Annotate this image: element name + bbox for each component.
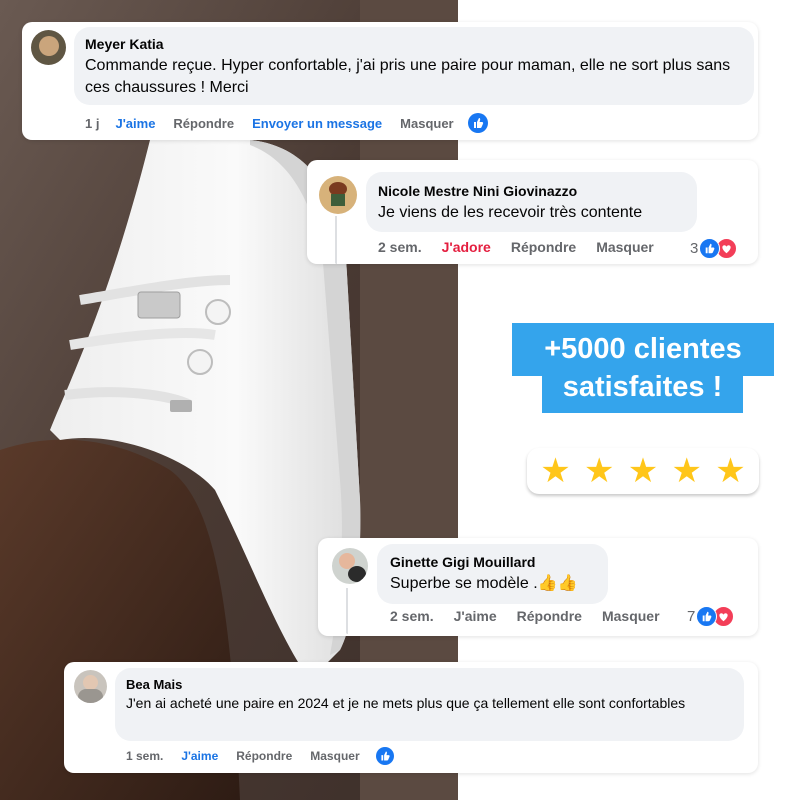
comment-actions: 2 sem. J'aime Répondre Masquer: [390, 608, 660, 624]
comment-actions: 1 sem. J'aime Répondre Masquer: [126, 747, 394, 765]
comment-author[interactable]: Ginette Gigi Mouillard: [390, 554, 535, 570]
comment-text: J'en ai acheté une paire en 2024 et je n…: [126, 695, 686, 711]
like-button[interactable]: J'aime: [115, 116, 155, 131]
hide-button[interactable]: Masquer: [310, 749, 359, 763]
star-icon: ★: [671, 452, 702, 490]
send-message-button[interactable]: Envoyer un message: [252, 116, 382, 131]
comment-author[interactable]: Nicole Mestre Nini Giovinazzo: [378, 183, 577, 199]
thread-line: [346, 588, 348, 634]
hide-button[interactable]: Masquer: [602, 608, 660, 624]
thumbs-up-icon[interactable]: [467, 113, 488, 133]
rating-stars: ★ ★ ★ ★ ★: [527, 448, 759, 494]
comment-card-4: Bea Mais J'en ai acheté une paire en 202…: [64, 662, 758, 773]
star-icon: ★: [583, 452, 615, 490]
thumbs-up-icon: [699, 238, 721, 259]
star-icon: ★: [540, 452, 571, 490]
promo-headline-line-2: satisfaites !: [542, 367, 743, 413]
comment-timestamp[interactable]: 1 j: [85, 116, 99, 131]
reaction-count: 7: [687, 608, 696, 625]
hide-button[interactable]: Masquer: [596, 239, 654, 255]
thumbs-up-icon: [696, 606, 718, 627]
thumbs-up-icon[interactable]: [375, 747, 394, 765]
comment-author[interactable]: Bea Mais: [126, 677, 182, 692]
comment-text: Superbe se modèle .👍👍: [390, 575, 578, 592]
comment-author[interactable]: Meyer Katia: [85, 36, 164, 52]
comment-timestamp[interactable]: 2 sem.: [390, 608, 434, 624]
reaction-count: 3: [690, 240, 699, 257]
comment-timestamp[interactable]: 2 sem.: [378, 239, 422, 255]
reaction-summary[interactable]: 3: [690, 238, 738, 259]
hide-button[interactable]: Masquer: [400, 116, 453, 131]
avatar[interactable]: [31, 30, 66, 65]
love-button[interactable]: J'adore: [442, 239, 491, 255]
comment-text: Commande reçue. Hyper confortable, j'ai …: [85, 57, 731, 96]
thread-line: [335, 216, 337, 264]
star-icon: ★: [627, 452, 659, 490]
star-icon: ★: [715, 452, 746, 490]
comment-card-2: Nicole Mestre Nini Giovinazzo Je viens d…: [307, 160, 758, 264]
avatar[interactable]: [319, 176, 357, 214]
comment-card-3: Ginette Gigi Mouillard Superbe se modèle…: [318, 538, 758, 636]
reply-button[interactable]: Répondre: [173, 116, 234, 131]
avatar[interactable]: [74, 670, 107, 703]
comment-text: Je viens de les recevoir très contente: [378, 204, 643, 221]
comment-actions: 1 j J'aime Répondre Envoyer un message M…: [85, 113, 488, 133]
like-button[interactable]: J'aime: [454, 608, 497, 624]
reaction-summary[interactable]: 7: [687, 606, 735, 627]
comment-card-1: Meyer Katia Commande reçue. Hyper confor…: [22, 22, 758, 140]
comment-timestamp[interactable]: 1 sem.: [126, 749, 163, 763]
like-button[interactable]: J'aime: [181, 749, 218, 763]
reply-button[interactable]: Répondre: [511, 239, 576, 255]
avatar[interactable]: [332, 548, 368, 584]
comment-actions: 2 sem. J'adore Répondre Masquer: [378, 239, 654, 255]
reply-button[interactable]: Répondre: [517, 608, 582, 624]
reply-button[interactable]: Répondre: [236, 749, 292, 763]
